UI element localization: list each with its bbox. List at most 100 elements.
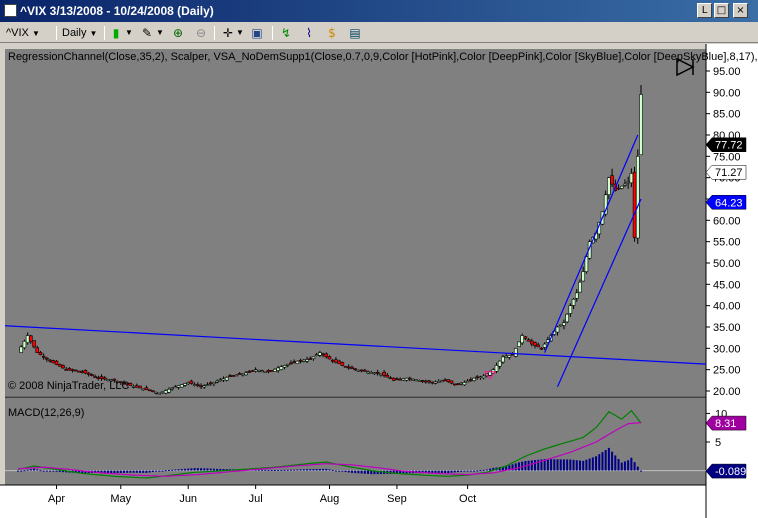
candle-body [131, 386, 136, 388]
chevron-down-icon[interactable]: ▼ [125, 25, 133, 41]
candle-body [32, 340, 36, 348]
candle-body [292, 361, 296, 364]
candle-body [488, 371, 492, 376]
candle-body [417, 380, 422, 382]
macd-hist-bar [58, 470, 61, 472]
macd-hist-bar [607, 447, 610, 471]
macd-hist-bar [42, 470, 45, 472]
price-tick-label: 55.00 [713, 237, 741, 249]
candle-body [427, 380, 431, 383]
chevron-down-icon[interactable]: ▼ [156, 25, 164, 41]
macd-hist-bar [360, 470, 363, 474]
indicators-icon[interactable]: ⌇ [301, 25, 317, 41]
macd-hist-bar [620, 462, 623, 471]
macd-hist-bar [350, 470, 353, 473]
macd-hist-bar [203, 468, 206, 471]
candle-body [186, 382, 191, 385]
period-selector[interactable]: Daily ▼ [62, 25, 97, 41]
candle-body [273, 368, 277, 372]
candle-body [266, 370, 271, 373]
candle-body [404, 377, 409, 381]
macd-hist-bar [283, 469, 286, 471]
macd-hist-bar [514, 463, 517, 471]
candle-body [257, 369, 261, 372]
candle-body [510, 353, 515, 356]
macd-hist-bar [530, 460, 533, 471]
candle-body [215, 380, 219, 383]
macd-hist-bar [444, 470, 447, 473]
zoom-in-icon[interactable]: ⊕ [170, 25, 186, 41]
data-box-icon[interactable]: ▤ [347, 25, 363, 41]
chevron-down-icon[interactable]: ▼ [236, 25, 244, 41]
macd-hist-bar [187, 468, 190, 471]
candle-body [398, 378, 402, 381]
price-tick-label: 50.00 [713, 258, 741, 270]
macd-hist-bar [200, 468, 203, 471]
macd-marker-label: 8.31 [715, 418, 736, 430]
candle-body [25, 335, 30, 343]
candle-body [465, 380, 470, 383]
candle-body [430, 381, 435, 384]
macd-hist-bar [261, 469, 264, 471]
price-marker-label: 77.72 [715, 140, 743, 152]
candle-body [279, 366, 284, 370]
candle-body [369, 372, 374, 374]
candle-body [244, 372, 248, 376]
candle-body [77, 370, 81, 373]
candle-body [330, 359, 335, 362]
candle-body [157, 392, 162, 395]
candle-body [80, 371, 85, 373]
candle-body [282, 365, 287, 368]
macd-hist-bar [334, 470, 337, 472]
candle-body [163, 390, 168, 394]
candle-body [401, 378, 406, 381]
macd-hist-bar [293, 469, 296, 471]
candle-body [64, 369, 68, 371]
minimize-button[interactable]: L [697, 3, 712, 18]
candle-body [324, 353, 329, 358]
candle-body [224, 377, 229, 381]
candle-body [179, 384, 184, 388]
period-label: Daily [62, 27, 87, 39]
candle-body [375, 371, 380, 374]
macd-hist-bar [489, 468, 492, 471]
close-button[interactable]: × [733, 3, 748, 18]
candle-body [29, 335, 33, 342]
crosshair-icon[interactable]: ✛ [220, 25, 236, 41]
candle-body [424, 380, 428, 383]
bar-type-icon[interactable]: ▮ [108, 25, 124, 41]
candle-body [555, 326, 560, 333]
candle-body [623, 183, 627, 186]
candle-body [533, 342, 537, 346]
macd-hist-bar [26, 469, 29, 471]
dollar-icon[interactable]: $ [324, 25, 340, 41]
macd-hist-bar [482, 469, 485, 471]
zoom-out-icon[interactable]: ⊖ [193, 25, 209, 41]
properties-icon[interactable]: ▣ [249, 25, 265, 41]
candle-body [523, 336, 528, 339]
candle-body [67, 368, 72, 371]
macd-label: MACD(12,26,9) [8, 407, 84, 419]
draw-pen-icon[interactable]: ✎ [139, 25, 155, 41]
candle-body [626, 181, 630, 184]
candle-body [507, 355, 512, 358]
macd-hist-bar [174, 469, 177, 471]
candle-body [302, 359, 306, 362]
macd-hist-bar [572, 459, 575, 471]
instrument-selector[interactable]: ^VIX ▼ [6, 25, 40, 41]
macd-hist-bar [264, 469, 267, 471]
candle-body [359, 369, 364, 372]
candle-body [170, 387, 174, 390]
candle-body [494, 365, 499, 372]
macd-hist-bar [164, 470, 167, 472]
maximize-button[interactable]: □ [714, 3, 729, 18]
macd-hist-bar [595, 456, 598, 471]
candle-body [353, 368, 357, 371]
macd-hist-bar [29, 469, 32, 471]
chart-toolbar: ^VIX ▼ Daily ▼ ▮ ▼ ✎ ▼ ⊕ ⊖ ✛ ▼ ▣ ↯ ⌇ $ ▤ [0, 22, 758, 43]
strategy-icon[interactable]: ↯ [278, 25, 294, 41]
chart-area[interactable]: 20.00 25.00 30.00 35.00 40.00 45.00 50.00 55.00… [0, 44, 758, 518]
macd-hist-bar [145, 470, 148, 473]
candle-body [74, 369, 78, 372]
candle-body [632, 171, 637, 238]
